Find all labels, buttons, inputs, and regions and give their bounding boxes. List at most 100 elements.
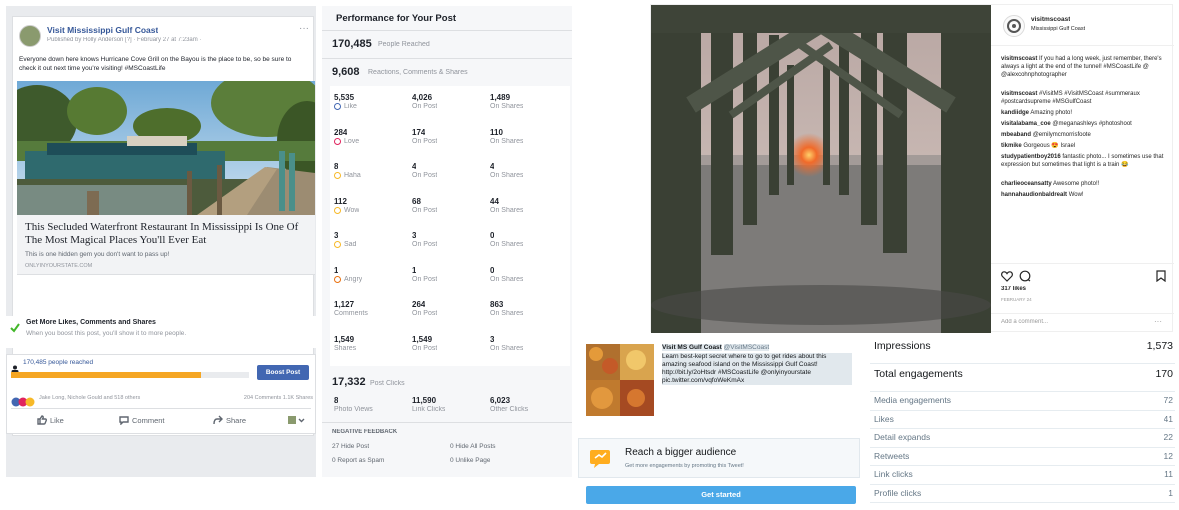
bookmark-icon[interactable] (1156, 269, 1166, 283)
stat-total-label: Angry (344, 275, 363, 283)
reaction-stat-row: 8 Haha 4 On Post 4 On Shares (330, 161, 570, 191)
ig-comment-user[interactable]: visitmscoast (1001, 56, 1037, 62)
boost-post-button[interactable]: Boost Post (257, 365, 309, 380)
tweet-stat-row: Impressions 1,573 (870, 336, 1175, 364)
ig-comment-text: @meganashleys #photoshoot (1052, 121, 1132, 127)
page-name[interactable]: Visit Mississippi Gulf Coast (47, 25, 158, 35)
photo-views-label: Photo Views (334, 406, 373, 413)
photo-views-value: 8 (334, 396, 339, 405)
ig-comment-user[interactable]: studypatientboy2016 (1001, 154, 1061, 160)
ig-comment: hannahaudionbaldrealt Wow! (1001, 191, 1166, 199)
tweet-stat-label: Link clicks (874, 469, 913, 479)
promo-description: When you boost this post, you'll show it… (26, 330, 187, 337)
stat-total: 5,535 (334, 93, 355, 102)
comment-bubble-icon[interactable] (1019, 269, 1031, 282)
page-chevron-down-icon (288, 416, 305, 424)
tweet-body: Visit MS Gulf Coast @VisitMSCoast Learn … (662, 344, 852, 422)
comments-shares-count[interactable]: 204 Comments 1.1K Shares (213, 395, 313, 401)
ig-more-icon[interactable]: ··· (1154, 317, 1162, 326)
stat-total: 1,127 (334, 300, 355, 309)
link-description: This is one hidden gem you don't want to… (25, 251, 170, 258)
more-options-icon[interactable]: ··· (299, 23, 309, 34)
report-spam-stat: 0 Report as Spam (332, 457, 385, 464)
tweet-stat-row: Retweets 12 (870, 448, 1175, 466)
heart-icon[interactable] (1001, 269, 1013, 282)
wow-icon (334, 206, 341, 214)
stat-on-shares-label: On Shares (490, 275, 524, 283)
tweet-author[interactable]: Visit MS Gulf Coast (662, 344, 722, 351)
link-preview[interactable]: This Secluded Waterfront Restaurant In M… (17, 215, 315, 275)
ig-comment-user[interactable]: visitalabama_coe (1001, 121, 1051, 127)
add-comment-input[interactable]: Add a comment... (1001, 319, 1048, 325)
seafood-photo-art (586, 344, 654, 416)
reaction-stat-row: 1,127 Comments 264 On Post 863 On Shares (330, 299, 570, 329)
link-domain: ONLYINYOURSTATE.COM (25, 263, 93, 269)
people-reached-label: People Reached (378, 41, 430, 48)
stat-total: 8 (334, 162, 339, 171)
comment-button[interactable]: Comment (119, 415, 165, 425)
ig-comment-user[interactable]: visitmscoast (1001, 91, 1037, 97)
like-button[interactable]: Like (37, 415, 64, 425)
reach-progress-bar (11, 372, 249, 378)
stat-on-shares-label: On Shares (490, 137, 524, 145)
page-avatar[interactable] (19, 25, 41, 47)
stat-on-shares: 1,489 (490, 93, 511, 102)
tweet-stat-label: Impressions (874, 340, 931, 352)
stat-total-label: Sad (344, 241, 357, 248)
ig-comment: tikmike Gorgeous 😍 Israel (1001, 142, 1166, 150)
tweet-stat-row: Detail expands 22 (870, 429, 1175, 448)
tweet-stat-label: Media engagements (874, 395, 952, 405)
reaction-stat-row: 1,549 Shares 1,549 On Post 3 On Shares (330, 334, 570, 364)
stat-total: 1 (334, 265, 339, 275)
share-icon (213, 415, 223, 425)
reaction-icons[interactable] (11, 394, 37, 407)
ig-comment-text: @emilymcmorrisfoote (1032, 132, 1091, 138)
stat-on-shares: 4 (490, 162, 495, 171)
ig-date: FEBRUARY 24 (1001, 297, 1032, 302)
share-as-dropdown[interactable] (287, 415, 305, 427)
ig-comment-user[interactable]: mbeaband (1001, 132, 1031, 138)
tweet-handle[interactable]: @VisitMSCoast (723, 344, 770, 351)
get-started-button[interactable]: Get started (586, 486, 856, 504)
tweet-stat-value: 22 (1163, 432, 1173, 442)
share-button[interactable]: Share (213, 415, 246, 425)
sad-icon (334, 241, 341, 248)
profile-avatar[interactable] (1003, 15, 1025, 37)
stat-on-shares-label: On Shares (490, 241, 524, 248)
ig-comment-user[interactable]: hannahaudionbaldrealt (1001, 192, 1067, 198)
stat-on-post: 4,026 (412, 93, 433, 102)
ig-username[interactable]: visitmscoast (1031, 16, 1070, 23)
reach-text[interactable]: 170,485 people reached (23, 359, 93, 366)
stat-on-post-label: On Post (412, 103, 438, 110)
comment-icon (119, 416, 129, 425)
negative-feedback-title: NEGATIVE FEEDBACK (332, 429, 398, 435)
ig-comment: charlieoceansatty Awesome photo!! (1001, 180, 1166, 188)
promote-description: Get more engagements by promoting this T… (625, 463, 744, 469)
post-clicks-label: Post Clicks (370, 380, 405, 387)
people-reached-value: 170,485 (332, 38, 372, 50)
seafood-photo[interactable] (586, 344, 654, 416)
restaurant-photo[interactable] (17, 81, 315, 215)
link-title: This Secluded Waterfront Restaurant In M… (25, 221, 299, 246)
ig-comment-user[interactable]: kandiidge (1001, 110, 1029, 116)
ig-location[interactable]: Mississippi Gulf Coast (1031, 26, 1085, 32)
stat-on-shares-label: On Shares (490, 344, 524, 352)
engagement-label: Reactions, Comments & Shares (368, 69, 468, 76)
other-clicks-label: Other Clicks (490, 406, 529, 413)
pier-photo[interactable] (651, 5, 991, 333)
restaurant-photo-art (17, 81, 315, 215)
stat-on-post-label: On Post (412, 172, 438, 179)
ig-comment: visitmscoast If you had a long week, jus… (1001, 55, 1166, 79)
stat-on-shares-label: On Shares (490, 310, 524, 317)
ig-comment-text: Wow! (1068, 192, 1084, 198)
ig-comment: visitalabama_coe @meganashleys #photosho… (1001, 120, 1166, 128)
ig-comment-text: Amazing photo! (1030, 110, 1073, 116)
ig-likes[interactable]: 317 likes (1001, 286, 1026, 292)
stat-on-post: 68 (412, 196, 421, 206)
stat-on-shares-label: On Shares (490, 103, 524, 110)
reactions-summary[interactable]: Jake Long, Nichole Gould and 518 others (39, 395, 179, 401)
stat-total: 284 (334, 127, 348, 137)
stat-on-shares: 0 (490, 231, 495, 240)
ig-comment-user[interactable]: charlieoceansatty (1001, 181, 1052, 187)
ig-comment-user[interactable]: tikmike (1001, 143, 1022, 149)
